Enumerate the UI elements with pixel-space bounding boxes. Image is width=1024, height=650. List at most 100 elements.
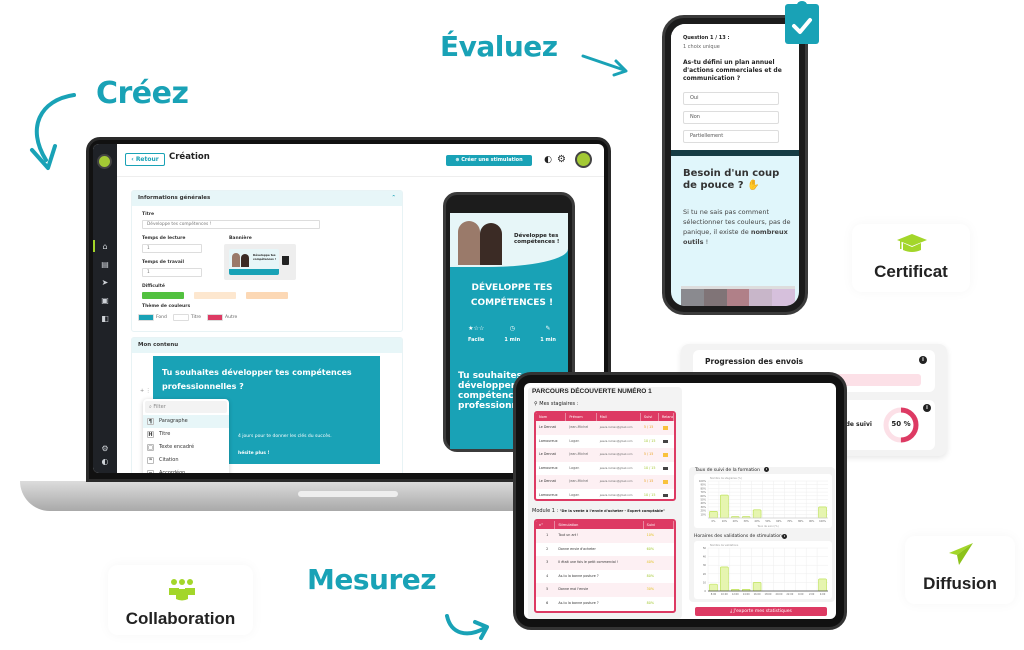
table-row[interactable]: 2 Donne envie d'acheter 60% <box>536 543 674 557</box>
column-header[interactable]: Nom <box>536 413 567 421</box>
y-axis-label: Nombre de stagiaires (%) <box>710 476 742 480</box>
bar <box>720 566 729 592</box>
x-tick-label: 100% <box>819 520 827 523</box>
table-row[interactable]: 3 Il était une fois le petit commercial !… <box>536 556 674 570</box>
mail-icon[interactable] <box>662 426 668 430</box>
answer-option[interactable]: Non <box>683 111 779 124</box>
cell-mail: jeaula.romain@gmail.com <box>599 426 633 429</box>
theme-swatch[interactable]: Autre <box>207 314 237 321</box>
clipboard-check-icon <box>785 1 819 44</box>
settings-icon[interactable]: ⚙ <box>99 444 111 454</box>
help-text: Si tu ne sais pas comment sélectionner t… <box>683 207 795 247</box>
x-tick-label: 8:00 <box>711 593 717 596</box>
table-row[interactable]: 6 As-tu la bonne posture ? 80% <box>536 597 674 611</box>
column-header[interactable]: Prénom <box>566 413 597 421</box>
export-stats-button[interactable]: ⤓ J'exporte mes statistiques <box>695 607 827 616</box>
color-swatch[interactable] <box>207 314 224 321</box>
create-stimulation-button[interactable]: ⊕ Créer une stimulation <box>446 155 532 166</box>
info-icon[interactable]: i <box>919 356 927 364</box>
mail-icon[interactable] <box>662 439 668 443</box>
filter-placeholder: Filter <box>153 404 166 410</box>
column-header[interactable]: Suivi <box>641 413 659 421</box>
info-icon[interactable]: i <box>782 534 787 539</box>
title-input[interactable]: Développe tes compétences ! <box>142 220 320 229</box>
work-time-input[interactable]: 1 <box>142 268 202 277</box>
reading-time-input[interactable]: 1 <box>142 244 202 253</box>
color-swatch[interactable] <box>172 314 189 321</box>
tablet: PARCOURS DÉCOUVERTE NUMÉRO 1 ⚲ Mes stagi… <box>513 372 847 630</box>
table-row[interactable]: Lamoureux Logan jeaula.romain@gmail.com 10 … <box>536 462 674 476</box>
answer-option[interactable]: Oui <box>683 92 779 105</box>
theme-swatch[interactable]: Titre <box>172 314 201 321</box>
x-tick-label: 22:00 <box>786 593 793 596</box>
menu-item[interactable]: ❞ Citation <box>143 454 229 467</box>
mail-icon[interactable] <box>662 466 668 470</box>
table-row[interactable]: Lamoureux Logan jeaula.romain@gmail.com 10 … <box>536 489 674 500</box>
trash-icon[interactable] <box>282 256 289 265</box>
export-label: J'exporte mes statistiques <box>733 609 792 614</box>
help-icon[interactable]: ◐ <box>544 155 552 165</box>
table-row[interactable]: Lamoureux Logan jeaula.romain@gmail.com 10 … <box>536 435 674 449</box>
menu-item-label: Citation <box>159 457 179 463</box>
filter-input[interactable]: ⌕ Filter <box>145 401 227 413</box>
menu-item[interactable]: H Titre <box>143 428 229 441</box>
content-body[interactable]: 4 jours pour te donner les clés du succè… <box>238 434 332 439</box>
column-header[interactable]: Relance <box>659 413 674 421</box>
content-heading[interactable]: Tu souhaites développer tes compétences … <box>162 366 362 394</box>
table-row[interactable]: 4 As-tu la bonne posture ? 80% <box>536 570 674 584</box>
x-tick-label: 12:00 <box>732 593 739 596</box>
mail-icon[interactable] <box>662 480 668 484</box>
info-icon[interactable]: i <box>923 404 931 412</box>
preview-title: DÉVELOPPE TES COMPÉTENCES ! <box>470 283 554 308</box>
column-header[interactable]: n° <box>536 521 556 529</box>
send-icon[interactable]: ➤ <box>99 278 111 288</box>
home-icon[interactable]: ⌂ <box>99 242 111 252</box>
drag-handle-icon[interactable]: + ⋮ <box>140 388 151 394</box>
mail-icon[interactable] <box>662 453 668 457</box>
page-title: Création <box>169 152 210 162</box>
column-header[interactable]: Mail <box>597 413 641 421</box>
cell-suivi: 40% <box>646 560 654 564</box>
arrow-create-icon <box>30 93 76 170</box>
table-row[interactable]: Le Dennat Jean-Michel jeaula.romain@gmail.… <box>536 421 674 435</box>
y-tick-label: 30 <box>703 563 707 567</box>
cell-stimulation: As-tu la bonne posture ? <box>558 600 599 605</box>
back-button[interactable]: ‹ Retour <box>125 153 165 166</box>
library-icon[interactable]: ◧ <box>99 314 111 324</box>
answer-option[interactable]: Partiellement <box>683 130 779 143</box>
table-row[interactable]: Le Dennat Jean-Michel jeaula.romain@gmail.… <box>536 475 674 489</box>
theme-swatch[interactable]: Fond <box>138 314 167 321</box>
app-logo[interactable] <box>97 154 112 169</box>
menu-item[interactable]: ≡ Accordéon <box>143 467 229 473</box>
general-info-header[interactable]: Informations générales ⌃ <box>132 191 402 206</box>
avatar[interactable] <box>575 151 592 168</box>
menu-item[interactable]: □ Texte encadré <box>143 441 229 454</box>
content-panel-header: Mon contenu <box>132 338 402 353</box>
pencil-icon: ✎ <box>545 325 551 332</box>
column-header[interactable]: Suivi <box>644 521 674 529</box>
help-icon[interactable]: ◐ <box>99 457 111 467</box>
help-title-text: Besoin d'un coup de pouce ? <box>683 168 780 191</box>
difficulty-hard[interactable] <box>246 292 288 299</box>
table-row[interactable]: 5 Donne moi l'envie 30% <box>536 583 674 597</box>
table-row[interactable]: Le Dennat Jean-Michel jeaula.romain@gmail.… <box>536 448 674 462</box>
table-row[interactable]: 1 Tout un art ! 10% <box>536 529 674 543</box>
difficulty-easy[interactable] <box>142 292 184 299</box>
color-swatch[interactable] <box>138 314 154 321</box>
content-cta[interactable]: hésite plus ! <box>238 451 270 456</box>
column-header[interactable]: Stimulation <box>555 521 644 529</box>
mail-icon[interactable] <box>662 493 668 497</box>
trainees-table-body: Le Dennat Jean-Michel jeaula.romain@gmail.… <box>536 421 674 500</box>
list-icon[interactable]: ▤ <box>99 260 111 270</box>
module-label-text: Module 1 : <box>532 508 559 514</box>
cell-mail: jeaula.romain@gmail.com <box>599 466 633 470</box>
difficulty-medium[interactable] <box>194 292 236 299</box>
board-icon[interactable]: ▣ <box>99 296 111 306</box>
title-label: Titre <box>142 212 155 217</box>
settings-icon[interactable]: ⚙ <box>557 154 566 165</box>
chevron-up-icon[interactable]: ⌃ <box>391 195 396 201</box>
banner-preview[interactable]: Développe tes compétences ! <box>224 244 296 280</box>
info-icon[interactable]: i <box>764 467 769 472</box>
cell-prenom: Logan <box>569 465 580 470</box>
menu-item[interactable]: ¶ Paragraphe <box>143 415 229 428</box>
